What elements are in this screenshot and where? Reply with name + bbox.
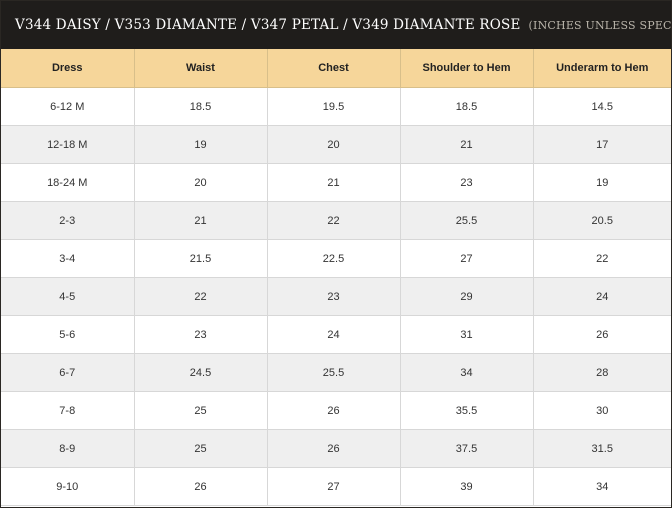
table-row: 18-24 M 20 21 23 19 [1, 163, 671, 202]
underarm-to-hem-cell: 28 [533, 353, 671, 392]
title-bar: V344 DAISY / V353 DIAMANTE / V347 PETAL … [1, 1, 671, 49]
waist-cell: 21.5 [134, 239, 268, 278]
dress-size-cell: 2-3 [1, 201, 135, 240]
table-row: 9-10 26 27 39 34 [1, 467, 671, 506]
dress-size-cell: 4-5 [1, 277, 135, 316]
underarm-to-hem-cell: 34 [533, 467, 671, 506]
chart-title: V344 DAISY / V353 DIAMANTE / V347 PETAL … [15, 17, 521, 33]
dress-size-cell: 3-4 [1, 239, 135, 278]
dress-size-cell: 9-10 [1, 467, 135, 506]
table-row: 4-5 22 23 29 24 [1, 277, 671, 316]
chest-cell: 24 [267, 315, 401, 354]
chest-cell: 26 [267, 391, 401, 430]
dress-size-cell: 8-9 [1, 429, 135, 468]
waist-cell: 25 [134, 391, 268, 430]
chest-cell: 22.5 [267, 239, 401, 278]
underarm-to-hem-cell: 14.5 [533, 87, 671, 126]
chest-cell: 20 [267, 125, 401, 164]
dress-size-cell: 6-12 M [1, 87, 135, 126]
waist-cell: 26 [134, 467, 268, 506]
waist-cell: 19 [134, 125, 268, 164]
chest-cell: 21 [267, 163, 401, 202]
shoulder-to-hem-cell: 39 [400, 467, 534, 506]
table-row: 2-3 21 22 25.5 20.5 [1, 201, 671, 240]
dress-size-cell: 7-8 [1, 391, 135, 430]
chest-cell: 22 [267, 201, 401, 240]
chest-cell: 23 [267, 277, 401, 316]
column-header-waist: Waist [134, 49, 268, 88]
shoulder-to-hem-cell: 29 [400, 277, 534, 316]
shoulder-to-hem-cell: 25.5 [400, 201, 534, 240]
column-header-dress: Dress [1, 49, 135, 88]
waist-cell: 24.5 [134, 353, 268, 392]
shoulder-to-hem-cell: 21 [400, 125, 534, 164]
dress-size-cell: 5-6 [1, 315, 135, 354]
table-row: 6-12 M 18.5 19.5 18.5 14.5 [1, 87, 671, 126]
shoulder-to-hem-cell: 35.5 [400, 391, 534, 430]
waist-cell: 25 [134, 429, 268, 468]
underarm-to-hem-cell: 26 [533, 315, 671, 354]
table-row: 7-8 25 26 35.5 30 [1, 391, 671, 430]
table-row: 3-4 21.5 22.5 27 22 [1, 239, 671, 278]
underarm-to-hem-cell: 19 [533, 163, 671, 202]
dress-size-cell: 6-7 [1, 353, 135, 392]
size-table: Dress Waist Chest Shoulder to Hem Undera… [1, 49, 671, 506]
dress-size-cell: 12-18 M [1, 125, 135, 164]
dress-size-cell: 18-24 M [1, 163, 135, 202]
shoulder-to-hem-cell: 31 [400, 315, 534, 354]
table-row: 6-7 24.5 25.5 34 28 [1, 353, 671, 392]
column-header-underarm-to-hem: Underarm to Hem [533, 49, 671, 88]
underarm-to-hem-cell: 17 [533, 125, 671, 164]
table-body: 6-12 M 18.5 19.5 18.5 14.5 12-18 M 19 20 21 17 18-… [1, 87, 671, 506]
underarm-to-hem-cell: 31.5 [533, 429, 671, 468]
shoulder-to-hem-cell: 18.5 [400, 87, 534, 126]
shoulder-to-hem-cell: 34 [400, 353, 534, 392]
table-row: 12-18 M 19 20 21 17 [1, 125, 671, 164]
waist-cell: 21 [134, 201, 268, 240]
underarm-to-hem-cell: 24 [533, 277, 671, 316]
waist-cell: 18.5 [134, 87, 268, 126]
column-header-shoulder-to-hem: Shoulder to Hem [400, 49, 534, 88]
chest-cell: 27 [267, 467, 401, 506]
chest-cell: 26 [267, 429, 401, 468]
waist-cell: 23 [134, 315, 268, 354]
waist-cell: 22 [134, 277, 268, 316]
underarm-to-hem-cell: 20.5 [533, 201, 671, 240]
chest-cell: 19.5 [267, 87, 401, 126]
table-header-row: Dress Waist Chest Shoulder to Hem Undera… [1, 49, 671, 88]
underarm-to-hem-cell: 22 [533, 239, 671, 278]
chart-subtitle: (INCHES UNLESS SPECIFIED) [528, 18, 671, 32]
underarm-to-hem-cell: 30 [533, 391, 671, 430]
waist-cell: 20 [134, 163, 268, 202]
shoulder-to-hem-cell: 37.5 [400, 429, 534, 468]
shoulder-to-hem-cell: 27 [400, 239, 534, 278]
column-header-chest: Chest [267, 49, 401, 88]
size-chart: V344 DAISY / V353 DIAMANTE / V347 PETAL … [0, 0, 672, 508]
table-row: 8-9 25 26 37.5 31.5 [1, 429, 671, 468]
shoulder-to-hem-cell: 23 [400, 163, 534, 202]
chest-cell: 25.5 [267, 353, 401, 392]
table-row: 5-6 23 24 31 26 [1, 315, 671, 354]
